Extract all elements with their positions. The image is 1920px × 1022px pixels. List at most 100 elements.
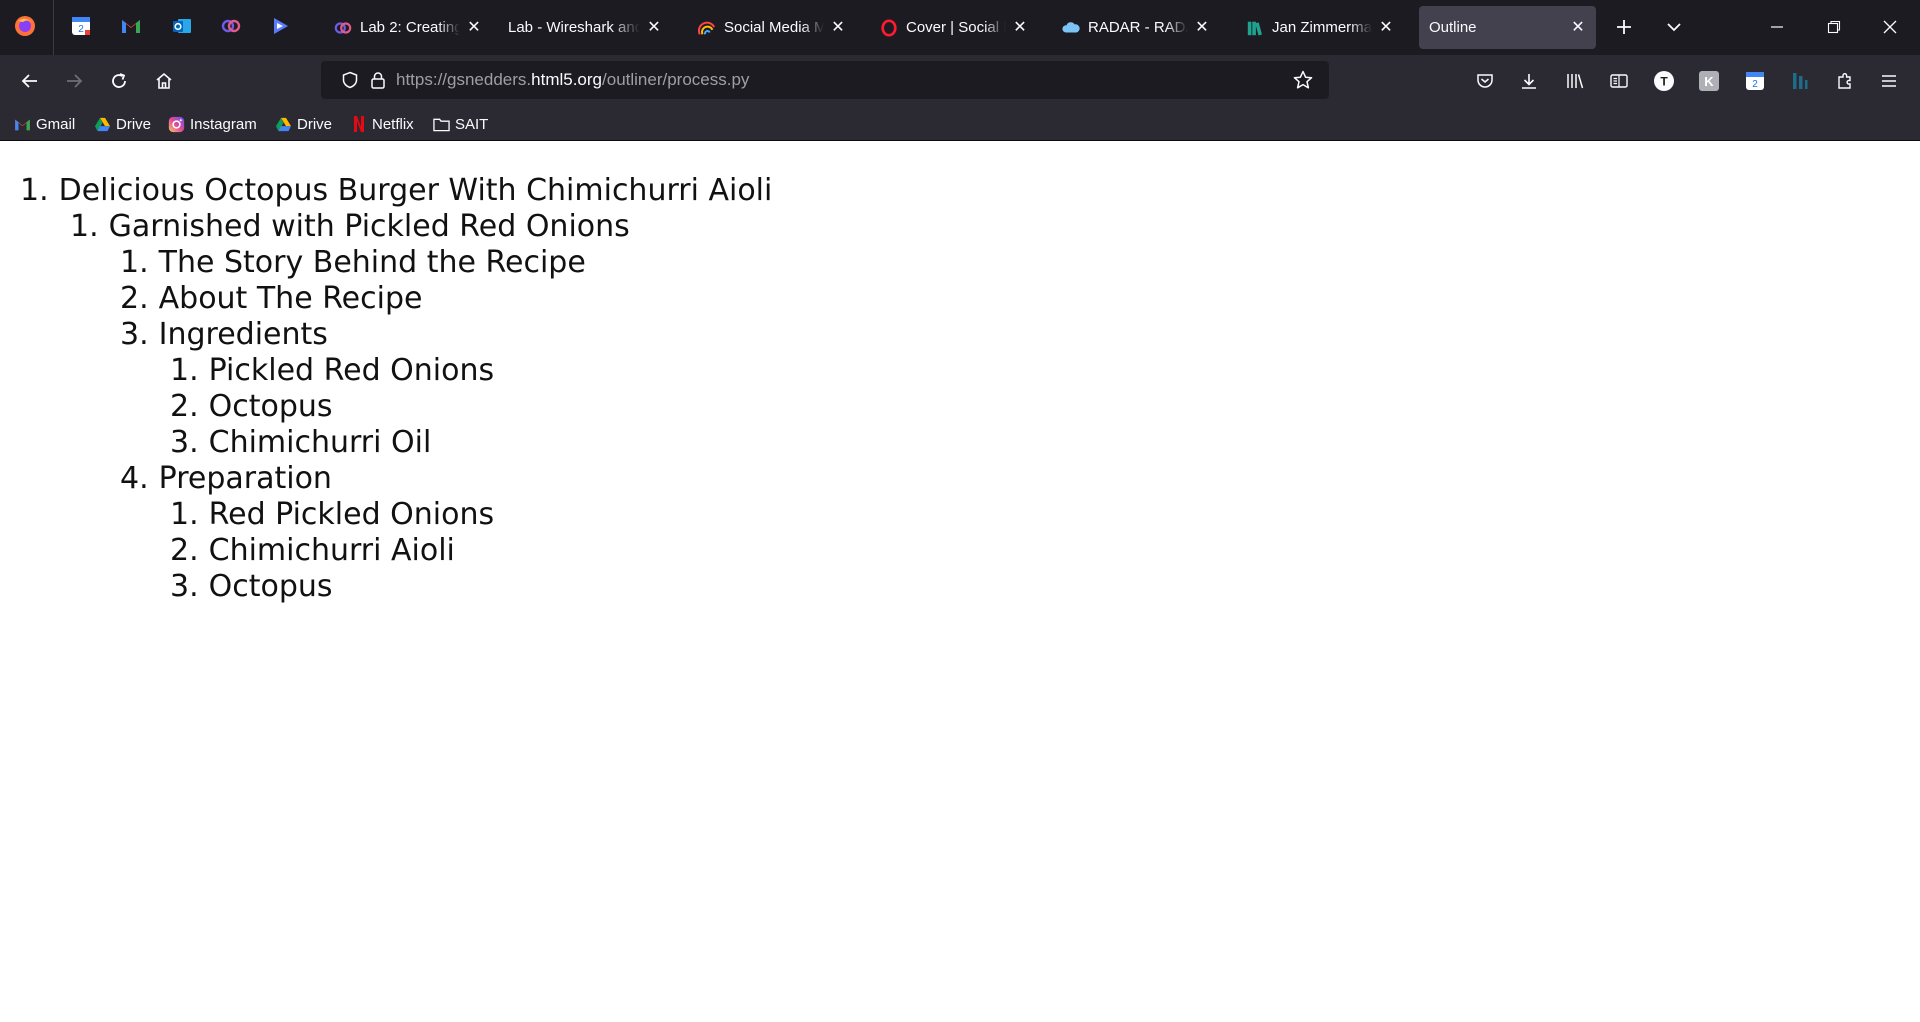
tab-close-icon[interactable]: ✕ [1378,19,1394,36]
pinned-tab-gmail[interactable] [119,14,143,38]
downloads-icon[interactable] [1513,65,1545,97]
tab-lab-wireshark[interactable]: Lab - Wireshark and ✕ [494,6,672,49]
bookmark-instagram[interactable]: Instagram [168,113,257,135]
new-tab-button[interactable] [1608,11,1640,43]
bookmark-folder-sait[interactable]: SAIT [433,113,488,135]
list-all-tabs-button[interactable] [1658,11,1690,43]
restore-button[interactable] [1818,11,1850,43]
outline-item-text: Octopus [208,389,333,424]
linked-circles-icon [221,19,241,33]
bookmark-star-icon[interactable] [1287,64,1319,96]
extension-bars-icon[interactable] [1784,65,1816,97]
books-icon [1246,19,1264,37]
back-arrow-icon [21,74,37,88]
library-icon[interactable] [1559,65,1591,97]
tab-title: Social Media Ma [724,19,824,36]
reader-view-icon[interactable] [1603,65,1635,97]
tab-jan-zimmerman[interactable]: Jan Zimmerman ✕ [1234,6,1404,49]
url-text[interactable]: https://gsnedders.html5.org/outliner/pro… [396,61,749,99]
drive-icon [94,116,111,133]
page-content: 1. Delicious Octopus Burger With Chimichu… [0,141,1920,1022]
tab-lab2[interactable]: Lab 2: Creating a ✕ [322,6,492,49]
outline-item-level-3: 3. Ingredients [120,317,328,352]
chevron-down-icon [1667,23,1681,32]
tab-bar: 2 Lab 2: Creating a ✕ Lab - Wireshark an… [0,0,1920,55]
bookmark-drive-2[interactable]: Drive [275,113,332,135]
tab-close-icon[interactable]: ✕ [1012,19,1028,36]
outlook-icon [173,19,191,33]
back-button[interactable] [14,65,46,97]
outline-item-text: Preparation [158,461,332,496]
tab-title: Jan Zimmerman [1272,19,1372,36]
extension-k-letter: K [1704,74,1714,89]
outline-item-level-3: 4. Preparation [120,461,332,496]
bookmark-drive[interactable]: Drive [94,113,151,135]
play-app-icon [274,18,288,34]
outline-item-text: Ingredients [158,317,328,352]
lock-icon[interactable] [362,64,394,96]
tab-cover-social[interactable]: Cover | Social M ✕ [868,6,1038,49]
pinned-tab-outlook[interactable] [170,14,194,38]
tab-outline[interactable]: Outline ✕ [1419,6,1596,49]
app-menu-icon[interactable] [1873,65,1905,97]
close-window-button[interactable] [1874,11,1906,43]
drive-icon [275,116,292,133]
netflix-icon [350,116,367,133]
minimize-button[interactable] [1761,11,1793,43]
outline-item-text: Chimichurri Aioli [208,533,455,568]
google-calendar-icon: 2 [72,17,90,35]
tab-title: RADAR - RADAR [1088,19,1188,36]
home-button[interactable] [148,65,180,97]
extension-k-icon[interactable]: K [1693,65,1725,97]
outline-item-level-4: 1. Pickled Red Onions [170,353,495,388]
tab-close-icon[interactable]: ✕ [646,19,662,36]
extensions-puzzle-icon[interactable] [1829,65,1861,97]
pocket-icon[interactable] [1469,65,1501,97]
toolbar-calendar-day: 2 [1752,79,1758,90]
pinned-tab-calendar[interactable]: 2 [69,14,93,38]
tab-close-icon[interactable]: ✕ [830,19,846,36]
outline-item-level-3: 2. About The Recipe [120,281,423,316]
bookmark-label: Netflix [372,115,414,133]
forward-arrow-icon [67,74,83,88]
outline-item-level-4: 2. Chimichurri Aioli [170,533,455,568]
tab-title: Cover | Social M [906,19,1006,36]
tab-radar[interactable]: RADAR - RADAR ✕ [1050,6,1220,49]
forward-button[interactable] [58,65,90,97]
home-icon [156,72,172,89]
outline-item-level-4: 1. Red Pickled Onions [170,497,495,532]
gmail-icon [14,116,31,133]
outline-item-text: The Story Behind the Recipe [158,245,586,280]
tab-social-media[interactable]: Social Media Ma ✕ [686,6,856,49]
bookmark-gmail[interactable]: Gmail [14,113,75,135]
bookmark-label: Drive [297,115,333,133]
pinned-tab-play[interactable] [268,14,292,38]
pinned-tab-linked[interactable] [219,14,243,38]
account-avatar[interactable]: T [1648,65,1680,97]
outline-item-level-4: 2. Octopus [170,389,333,424]
outline-item-level-4: 3. Chimichurri Oil [170,425,432,460]
tab-close-icon[interactable]: ✕ [1194,19,1210,36]
avatar-letter: T [1660,75,1668,89]
outline-item-text: Red Pickled Onions [208,497,495,532]
bookmark-label: Instagram [190,115,257,133]
url-bar[interactable]: https://gsnedders.html5.org/outliner/pro… [321,61,1329,99]
tab-close-icon[interactable]: ✕ [1570,19,1586,36]
tab-title: Lab 2: Creating a [360,19,460,36]
outline-item-text: Chimichurri Oil [208,425,432,460]
bookmark-label: Drive [116,115,152,133]
reload-button[interactable] [103,65,135,97]
tab-close-icon[interactable]: ✕ [466,19,482,36]
reload-icon [112,73,126,88]
bookmark-netflix[interactable]: Netflix [350,113,414,135]
close-icon [1883,20,1897,34]
tab-title: Lab - Wireshark and [508,19,640,36]
tab-title: Outline [1429,19,1477,36]
pinned-calendar-day: 2 [78,24,84,35]
extension-calendar-icon[interactable]: 2 [1739,65,1771,97]
instagram-icon [168,116,185,133]
url-prefix: https://gsnedders. [396,70,532,89]
opera-icon [880,18,898,37]
firefox-logo-icon[interactable] [13,14,37,38]
outline-item-text: About The Recipe [158,281,423,316]
